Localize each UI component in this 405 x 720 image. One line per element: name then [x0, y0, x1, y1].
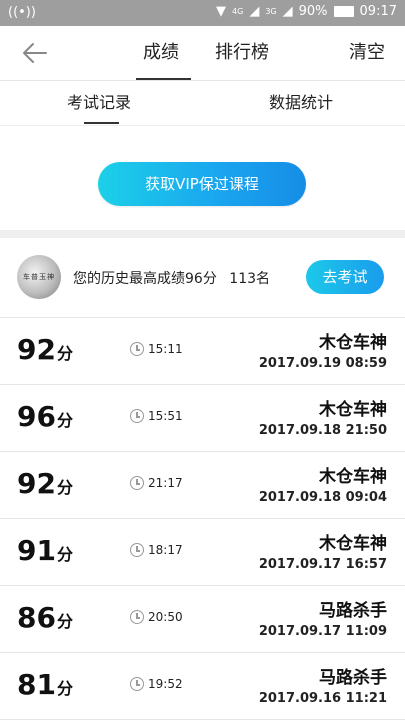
score-value: 92分	[17, 467, 73, 500]
subtab-bar: 考试记录 数据统计	[0, 81, 405, 126]
vip-course-button[interactable]: 获取VIP保过课程	[98, 162, 306, 206]
vip-section: 获取VIP保过课程	[0, 126, 405, 230]
record-date: 2017.09.18 09:04	[258, 490, 387, 505]
score-unit: 分	[56, 679, 73, 698]
score-value: 96分	[17, 400, 73, 433]
score-value: 81分	[17, 668, 73, 701]
score-unit: 分	[56, 545, 73, 564]
score-value: 91分	[17, 534, 73, 567]
record-row[interactable]: 92分 21:17 木仓车神 2017.09.18 09:04	[0, 452, 405, 519]
avatar[interactable]: 车普玉神	[17, 255, 61, 299]
wifi-icon: ▼	[216, 4, 227, 19]
username: 木仓车神	[319, 467, 387, 487]
clear-button[interactable]: 清空	[349, 26, 385, 80]
avatar-text: 车普玉神	[23, 273, 55, 281]
duration: 18:17	[148, 543, 183, 557]
history-summary: 车普玉神 您的历史最高成绩96分 113名 去考试	[0, 238, 405, 318]
signal-icon-2: ◢	[282, 4, 293, 19]
record-row[interactable]: 96分 15:51 木仓车神 2017.09.18 21:50	[0, 385, 405, 452]
record-row[interactable]: 81分 19:52 马路杀手 2017.09.16 11:21	[0, 653, 405, 720]
record-row[interactable]: 86分 20:50 马路杀手 2017.09.17 11:09	[0, 586, 405, 653]
username: 木仓车神	[319, 534, 387, 554]
clock-time: 09:17	[359, 4, 397, 19]
records-list: 92分 15:11 木仓车神 2017.09.19 08:59 96分 15:5…	[0, 318, 405, 720]
score-unit: 分	[56, 612, 73, 631]
battery-icon	[333, 6, 354, 17]
network-3g-label: 3G	[265, 7, 277, 16]
best-score-text: 您的历史最高成绩96分	[73, 271, 217, 287]
duration: 21:17	[148, 476, 183, 490]
duration: 19:52	[148, 677, 183, 691]
status-right: ▼ 4G ◢ 3G ◢ 90% 09:17	[216, 4, 397, 19]
take-exam-button[interactable]: 去考试	[306, 260, 384, 294]
clock-icon	[130, 476, 144, 490]
active-subtab-indicator	[84, 122, 119, 124]
record-date: 2017.09.16 11:21	[258, 691, 387, 706]
score-unit: 分	[56, 478, 73, 497]
record-row[interactable]: 92分 15:11 木仓车神 2017.09.19 08:59	[0, 318, 405, 385]
clock-icon	[130, 342, 144, 356]
record-row[interactable]: 91分 18:17 木仓车神 2017.09.17 16:57	[0, 519, 405, 586]
record-date: 2017.09.19 08:59	[258, 356, 387, 371]
record-date: 2017.09.17 11:09	[258, 624, 387, 639]
tab-leaderboard[interactable]: 排行榜	[215, 26, 269, 80]
subtab-statistics[interactable]: 数据统计	[269, 81, 333, 125]
best-score-summary: 您的历史最高成绩96分 113名	[73, 268, 270, 288]
tab-scores[interactable]: 成绩	[143, 26, 179, 80]
clock-icon	[130, 409, 144, 423]
username: 马路杀手	[319, 601, 387, 621]
username: 木仓车神	[319, 333, 387, 353]
score-unit: 分	[56, 344, 73, 363]
status-bar: ((•)) ▼ 4G ◢ 3G ◢ 90% 09:17	[0, 0, 405, 26]
duration: 20:50	[148, 610, 183, 624]
rank-text: 113名	[229, 271, 271, 287]
clock-icon	[130, 677, 144, 691]
battery-level: 90%	[298, 4, 328, 19]
record-date: 2017.09.18 21:50	[258, 423, 387, 438]
back-arrow-icon[interactable]	[20, 39, 50, 67]
score-value: 86分	[17, 601, 73, 634]
clock-icon	[130, 610, 144, 624]
record-date: 2017.09.17 16:57	[258, 557, 387, 572]
score-unit: 分	[56, 411, 73, 430]
subtab-exam-records[interactable]: 考试记录	[67, 81, 131, 125]
active-tab-indicator	[136, 78, 191, 80]
clock-icon	[130, 543, 144, 557]
username: 木仓车神	[319, 400, 387, 420]
wireless-icon: ((•))	[8, 5, 36, 20]
top-nav: 成绩 排行榜 清空	[0, 26, 405, 81]
section-divider	[0, 230, 405, 238]
duration: 15:11	[148, 342, 183, 356]
score-value: 92分	[17, 333, 73, 366]
duration: 15:51	[148, 409, 183, 423]
username: 马路杀手	[319, 668, 387, 688]
network-4g-label: 4G	[232, 7, 244, 16]
signal-icon: ◢	[249, 4, 260, 19]
